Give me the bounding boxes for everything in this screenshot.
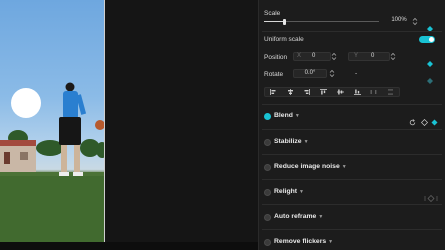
section-stabilize[interactable]: Stabilize ▼ [264,137,442,149]
reduce-noise-checkbox[interactable] [264,164,271,171]
position-x-field[interactable]: X 0 [293,52,331,61]
align-bottom-icon[interactable] [349,88,366,96]
uniform-scale-toggle-knob [429,37,434,42]
selection-border [104,0,105,242]
scale-label: Scale [264,10,281,17]
preview-area [0,0,258,250]
position-y-stepper-icon[interactable] [390,52,396,61]
preview-bottom-bar [0,242,258,250]
uniform-scale-toggle[interactable] [419,36,435,43]
align-center-icon[interactable] [282,88,299,96]
chevron-down-icon[interactable]: ▼ [299,189,304,195]
section-auto-reframe[interactable]: Auto reframe ▼ [264,212,442,224]
video-frame[interactable] [0,0,104,242]
position-y-label: Y [354,53,359,59]
align-top-icon[interactable] [315,88,332,96]
scale-slider-handle[interactable] [283,19,287,25]
remove-flickers-checkbox[interactable] [264,239,271,246]
divider [262,204,442,205]
blend-checkbox[interactable] [264,113,271,120]
divider [262,31,442,32]
section-stabilize-label: Stabilize [274,138,302,145]
rotate-label: Rotate [264,71,284,78]
chevron-down-icon[interactable]: ▼ [328,239,333,245]
align-middle-icon[interactable] [332,88,349,96]
align-right-icon[interactable] [299,88,316,96]
chevron-down-icon[interactable]: ▼ [318,214,323,220]
section-remove-flickers[interactable]: Remove flickers ▼ [264,237,442,249]
rotate-value: 0.0° [304,70,316,76]
alignment-toolbar [264,87,400,97]
divider [262,154,442,155]
divider [262,179,442,180]
chevron-down-icon[interactable]: ▼ [304,139,309,145]
uniform-scale-label: Uniform scale [264,36,304,43]
section-remove-flickers-label: Remove flickers [274,238,327,245]
position-label: Position [264,54,288,61]
position-x-label: X [297,53,302,59]
auto-reframe-checkbox[interactable] [264,214,271,221]
section-reduce-image-noise[interactable]: Reduce image noise ▼ [264,162,442,174]
align-left-icon[interactable] [265,88,282,96]
position-y-field[interactable]: Y 0 [348,52,390,61]
position-x-value: 0 [312,53,316,59]
section-relight-label: Relight [274,188,298,195]
scale-stepper-icon[interactable] [412,17,418,26]
section-auto-reframe-label: Auto reframe [274,213,317,220]
stabilize-checkbox[interactable] [264,139,271,146]
rotate-field[interactable]: 0.0° [293,69,327,78]
rotate-extra-value[interactable]: - [355,70,357,77]
scale-keyframe-diamond-icon[interactable] [427,19,433,32]
scale-slider-fill [264,21,285,22]
scale-value[interactable]: 100% [388,17,410,26]
divider [262,104,442,105]
section-reduce-noise-label: Reduce image noise [274,163,340,170]
scale-slider[interactable] [264,19,379,25]
relight-checkbox[interactable] [264,189,271,196]
position-y-value: 0 [371,53,375,59]
rotate-keyframe-diamond-icon[interactable] [427,71,433,84]
section-blend[interactable]: Blend ▼ [264,111,442,126]
panel-divider [258,0,259,250]
divider [262,129,442,130]
divider [262,229,442,230]
chevron-down-icon[interactable]: ▼ [295,113,300,119]
video-scene-image [0,82,104,242]
position-keyframe-diamond-icon[interactable] [427,54,433,67]
rotate-stepper-icon[interactable] [329,69,335,78]
distribute-vertical-icon[interactable] [382,88,399,96]
section-relight[interactable]: Relight ▼ [264,187,442,202]
distribute-horizontal-icon[interactable] [366,88,383,96]
chevron-down-icon[interactable]: ▼ [342,164,347,170]
section-blend-label: Blend [274,112,293,119]
position-x-stepper-icon[interactable] [331,52,337,61]
